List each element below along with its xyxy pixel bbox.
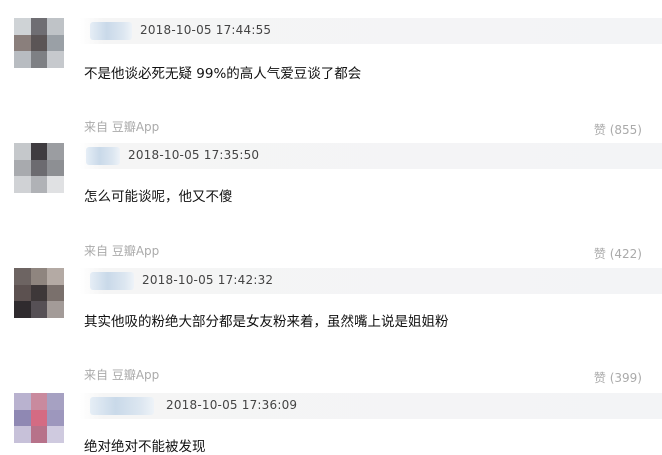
- comment-header: 2018-10-05 17:35:50: [80, 143, 662, 169]
- comment-text: 绝对绝对不能被发现: [84, 439, 206, 455]
- comment-header: 2018-10-05 17:42:32: [80, 268, 662, 294]
- comment-timestamp: 2018-10-05 17:35:50: [128, 148, 260, 162]
- username-blurred[interactable]: [86, 147, 120, 165]
- comment-source: 来自 豆瓣App: [84, 368, 160, 382]
- username-blurred[interactable]: [90, 272, 134, 290]
- username-blurred[interactable]: [90, 397, 154, 415]
- comment-text: 怎么可能谈呢，他又不傻: [84, 189, 233, 205]
- user-avatar[interactable]: [14, 268, 64, 318]
- comment-header: 2018-10-05 17:36:09: [80, 393, 662, 419]
- comment-timestamp: 2018-10-05 17:42:32: [142, 273, 274, 287]
- user-avatar[interactable]: [14, 393, 64, 443]
- username-blurred[interactable]: [90, 22, 132, 40]
- comment-source: 来自 豆瓣App: [84, 120, 160, 134]
- user-avatar[interactable]: [14, 143, 64, 193]
- comment-timestamp: 2018-10-05 17:36:09: [166, 398, 298, 412]
- comment-timestamp: 2018-10-05 17:44:55: [140, 23, 272, 37]
- comment-header: 2018-10-05 17:44:55: [80, 18, 662, 44]
- comment-text: 其实他吸的粉绝大部分都是女友粉来着，虽然嘴上说是姐姐粉: [84, 314, 449, 330]
- comment-source: 来自 豆瓣App: [84, 244, 160, 258]
- like-button[interactable]: 赞 (422): [594, 245, 642, 262]
- like-button[interactable]: 赞 (399): [594, 369, 642, 386]
- like-button[interactable]: 赞 (855): [594, 121, 642, 138]
- user-avatar[interactable]: [14, 18, 64, 68]
- comment-text: 不是他谈必死无疑 99%的高人气爱豆谈了都会: [84, 66, 362, 82]
